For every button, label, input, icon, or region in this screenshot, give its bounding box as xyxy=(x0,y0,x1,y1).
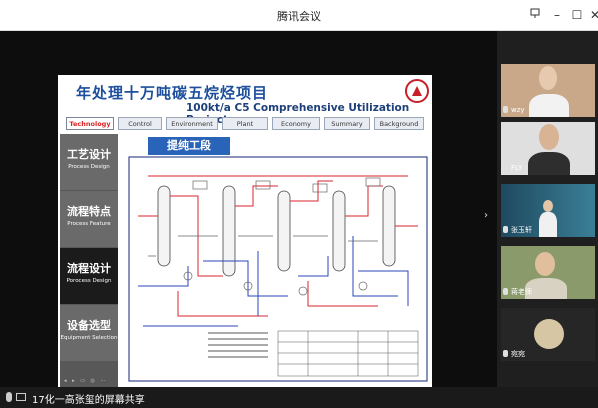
process-flow-diagram xyxy=(128,156,428,382)
presentation-slide: 年处理十万吨碳五烷烃项目 100kt/a C5 Comprehensive Ut… xyxy=(58,75,432,387)
nav-equipment-selection[interactable]: 设备选型 Equipment Selection xyxy=(60,305,118,361)
slide-title: 年处理十万吨碳五烷烃项目 xyxy=(76,84,269,102)
participant-name: 蒋老师 xyxy=(511,288,532,296)
tab-plant[interactable]: Plant xyxy=(222,117,268,130)
participant-body xyxy=(528,152,570,175)
participant-name: FLY xyxy=(511,164,523,172)
nav-flow-design[interactable]: 流程设计 Porocess Design xyxy=(60,248,118,304)
video-tile-wanwan[interactable]: 宛宛 xyxy=(501,308,595,361)
video-tile-zhangyuxuan[interactable]: 张玉轩 xyxy=(501,184,595,237)
mic-icon xyxy=(503,106,508,113)
participant-name: wzy xyxy=(511,106,525,114)
nav-item-en: Porocess Design xyxy=(66,278,112,284)
pin-icon[interactable] xyxy=(526,6,544,24)
participant-body xyxy=(539,212,557,237)
participant-face xyxy=(539,124,559,150)
participant-name-bar: FLY xyxy=(503,163,522,173)
mic-icon xyxy=(503,288,508,295)
minimize-icon[interactable]: – xyxy=(548,6,566,24)
mic-icon[interactable] xyxy=(6,392,12,402)
screen-share-icon xyxy=(16,393,26,401)
nav-process-design[interactable]: 工艺设计 Process Design xyxy=(60,134,118,190)
close-icon[interactable]: ✕ xyxy=(586,6,598,24)
slide-side-nav: 工艺设计 Process Design 流程特点 Process Feature… xyxy=(60,134,118,387)
expand-panel-icon[interactable]: › xyxy=(484,210,488,221)
mic-icon xyxy=(503,226,508,233)
video-tile-wzy[interactable]: wzy xyxy=(501,64,595,117)
nav-item-en: Process Feature xyxy=(67,221,111,227)
participant-name-bar: 蒋老师 xyxy=(503,287,532,297)
nav-item-cn: 设备选型 xyxy=(67,319,111,332)
title-bar: 腾讯会议 – ☐ ✕ xyxy=(0,0,598,31)
tab-technology[interactable]: Technology xyxy=(66,117,114,130)
status-bar: 17化一高张玺的屏幕共享 xyxy=(0,387,598,408)
mic-icon xyxy=(503,350,508,357)
participant-body xyxy=(529,94,569,117)
tab-control[interactable]: Control xyxy=(118,117,162,130)
window-title: 腾讯会议 xyxy=(277,10,321,23)
nav-item-en: Process Design xyxy=(68,164,110,170)
nav-item-en: Equipment Selection xyxy=(60,335,118,341)
participant-face xyxy=(535,252,555,276)
tab-environment[interactable]: Environment xyxy=(166,117,218,130)
avatar xyxy=(534,319,564,349)
nav-item-cn: 流程设计 xyxy=(67,262,111,275)
university-logo xyxy=(405,79,429,103)
participant-name: 张玉轩 xyxy=(511,226,532,234)
nav-item-cn: 工艺设计 xyxy=(67,148,111,161)
video-tile-jiang[interactable]: 蒋老师 xyxy=(501,246,595,299)
tab-summary[interactable]: Summary xyxy=(324,117,370,130)
participant-face xyxy=(539,66,557,90)
participant-panel: wzy FLY 张玉轩 蒋老师 宛宛 xyxy=(497,31,598,387)
participant-name-bar: wzy xyxy=(503,105,525,115)
screen-share-label: 17化一高张玺的屏幕共享 xyxy=(32,395,145,406)
mic-icon xyxy=(503,164,508,171)
section-title: 提纯工段 xyxy=(148,137,230,155)
shared-screen: 年处理十万吨碳五烷烃项目 100kt/a C5 Comprehensive Ut… xyxy=(0,31,497,387)
tab-economy[interactable]: Economy xyxy=(272,117,320,130)
participant-face xyxy=(543,200,553,212)
video-tile-fly[interactable]: FLY xyxy=(501,122,595,175)
participant-name: 宛宛 xyxy=(511,350,525,358)
participant-name-bar: 宛宛 xyxy=(503,349,525,359)
nav-item-cn: 流程特点 xyxy=(67,205,111,218)
participant-name-bar: 张玉轩 xyxy=(503,225,532,235)
maximize-icon[interactable]: ☐ xyxy=(568,6,586,24)
tab-background[interactable]: Background xyxy=(374,117,424,130)
slide-controls-icon[interactable]: ◂ ▸ ▭ ◎ ⋯ xyxy=(64,378,107,384)
nav-process-feature[interactable]: 流程特点 Process Feature xyxy=(60,191,118,247)
